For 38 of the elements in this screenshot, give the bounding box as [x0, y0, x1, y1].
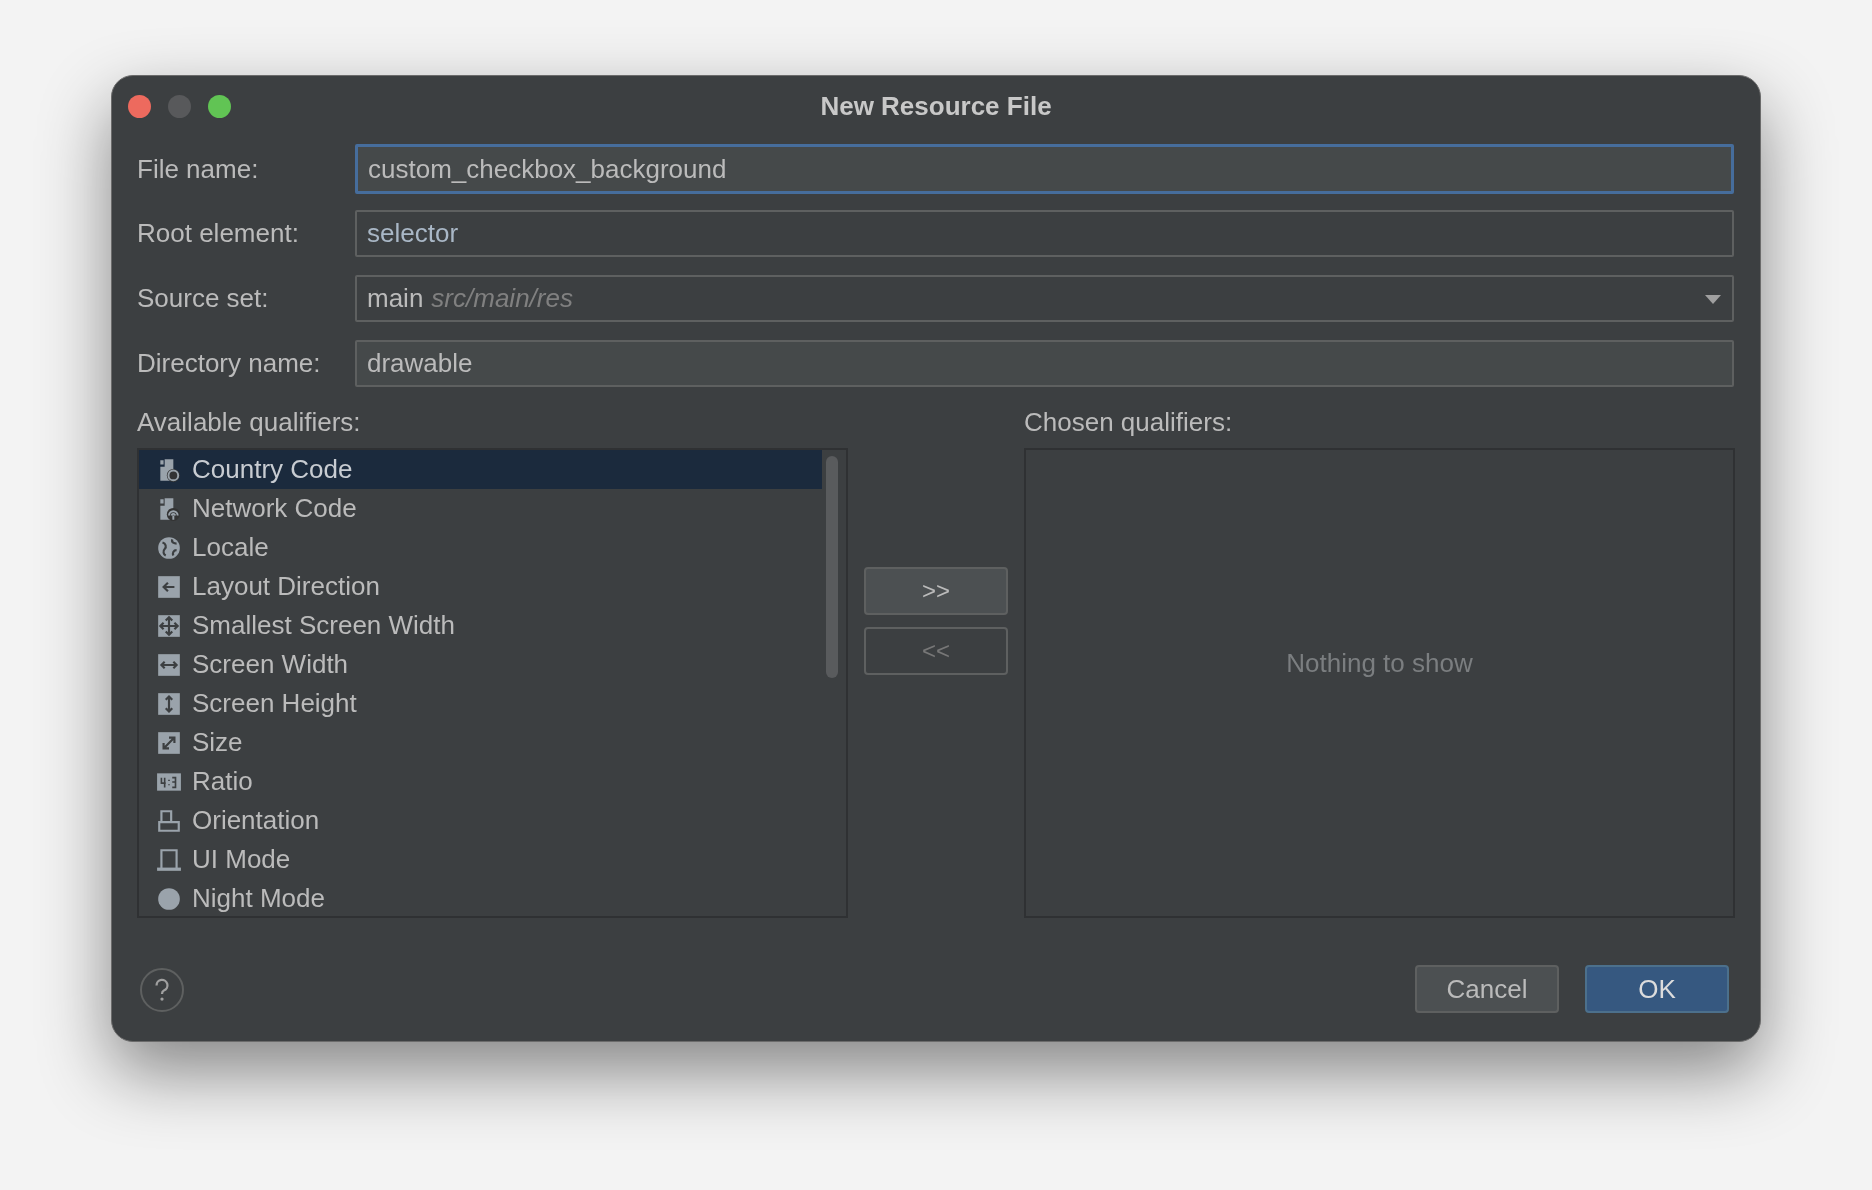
field-label: Root element:	[137, 218, 300, 249]
list-item[interactable]: Layout Direction	[139, 567, 822, 606]
vertical-arrows-icon	[156, 690, 182, 717]
section-label: Chosen qualifiers:	[1024, 407, 1234, 438]
field-label: File name:	[137, 153, 260, 185]
list-item[interactable]: Ratio	[139, 762, 822, 801]
orientation-icon	[156, 807, 182, 834]
list-item[interactable]: Smallest Screen Width	[139, 606, 822, 645]
globe-icon	[156, 534, 182, 561]
section-label: Available qualifiers:	[137, 407, 362, 438]
window-title: New Resource File	[820, 91, 1052, 122]
empty-message: Nothing to show	[1286, 647, 1473, 679]
field-label: Directory name:	[137, 348, 322, 379]
list-item[interactable]: Night Mode	[139, 879, 822, 916]
source-set-dropdown[interactable]: main src/main/res	[355, 275, 1734, 322]
list-item[interactable]: UI Mode	[139, 840, 822, 879]
list-item[interactable]: Screen Width	[139, 645, 822, 684]
list-item[interactable]: Screen Height	[139, 684, 822, 723]
help-icon[interactable]	[140, 968, 184, 1012]
close-button[interactable]	[128, 94, 151, 118]
field-label: Source set:	[137, 283, 270, 314]
scrollbar-thumb[interactable]	[826, 456, 838, 678]
input-field[interactable]: drawable	[355, 340, 1734, 387]
zoom-button[interactable]	[208, 94, 231, 118]
list-item[interactable]: Locale	[139, 528, 822, 567]
caret-icon	[1704, 292, 1722, 305]
ok-button[interactable]: OK	[1585, 965, 1729, 1013]
list-item[interactable]: Orientation	[139, 801, 822, 840]
horizontal-arrows-icon	[156, 651, 182, 678]
input-field[interactable]: custom_checkbox_background	[355, 144, 1734, 194]
list-item[interactable]: Size	[139, 723, 822, 762]
monitor-icon	[156, 846, 182, 873]
list-item[interactable]: Country Code	[139, 450, 822, 489]
cancel-button[interactable]: Cancel	[1415, 965, 1559, 1013]
list-item[interactable]: Network Code	[139, 489, 822, 528]
four-way-arrows-icon	[156, 612, 182, 639]
add-button[interactable]: >>	[864, 567, 1008, 615]
input-field[interactable]: selector	[355, 210, 1734, 257]
